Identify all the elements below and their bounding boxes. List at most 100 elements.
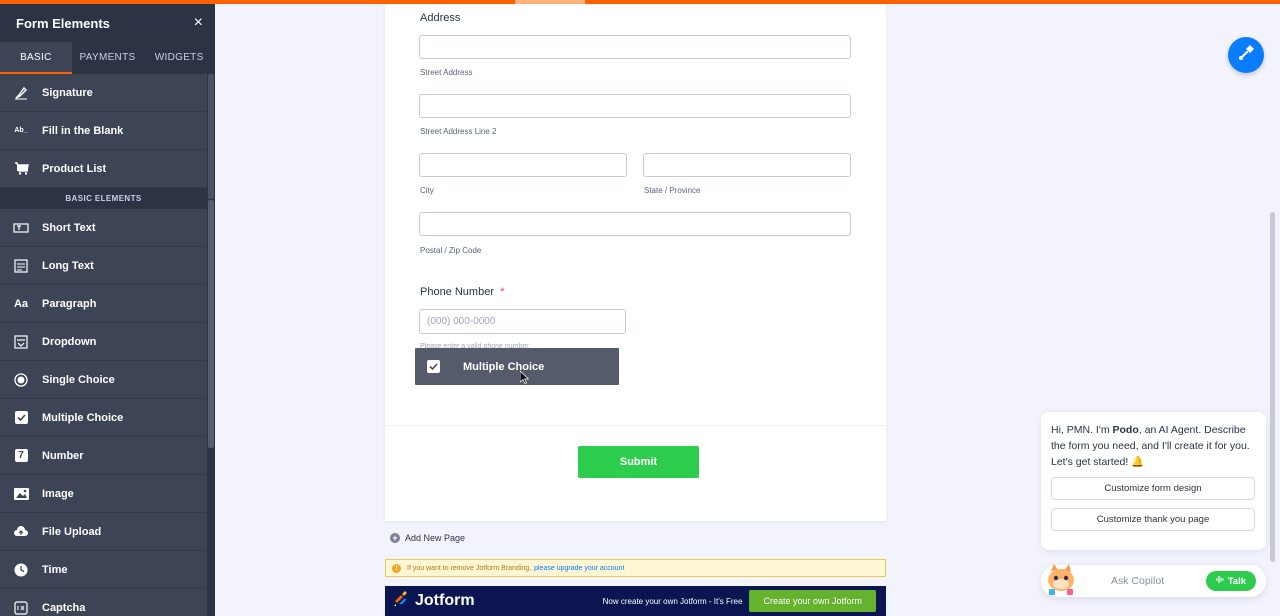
- street-address-input[interactable]: [419, 35, 851, 59]
- signature-icon: [0, 86, 42, 100]
- sidebar-item-label: Dropdown: [42, 335, 97, 348]
- tab-payments[interactable]: PAYMENTS: [72, 42, 144, 73]
- tab-basic[interactable]: BASIC: [0, 42, 72, 74]
- short-text-icon: [0, 222, 42, 234]
- image-icon: [0, 487, 42, 500]
- street-address-line2-sublabel: Street Address Line 2: [420, 127, 497, 136]
- cart-icon: [0, 162, 42, 175]
- checkbox-icon: [0, 411, 42, 424]
- talk-button[interactable]: Talk: [1205, 571, 1256, 591]
- sidebar-item-label: Captcha: [42, 601, 86, 614]
- checkbox-icon: [415, 360, 451, 373]
- jotform-footer-banner: Jotform Now create your own Jotform - It…: [385, 586, 886, 616]
- drag-ghost-label: Multiple Choice: [463, 360, 545, 373]
- sidebar-item-label: Number: [42, 449, 84, 462]
- paint-roller-icon: [1237, 44, 1255, 67]
- sidebar-item-file-upload[interactable]: File Upload: [0, 513, 207, 551]
- close-icon[interactable]: ×: [194, 15, 203, 31]
- ai-agent-message: Hi, PMN. I'm Podo, an AI Agent. Describe…: [1051, 424, 1250, 468]
- sidebar-item-label: Single Choice: [42, 373, 115, 386]
- sidebar-item-single-choice[interactable]: Single Choice: [0, 361, 207, 399]
- required-mark: *: [500, 286, 505, 298]
- submit-button[interactable]: Submit: [578, 446, 699, 478]
- add-new-page-label: Add New Page: [405, 533, 466, 543]
- page-scrollbar-thumb[interactable]: [1270, 212, 1275, 562]
- sidebar-item-label: Time: [42, 563, 68, 576]
- radio-icon: [0, 372, 42, 387]
- dragging-multiple-choice-element[interactable]: Multiple Choice: [415, 348, 619, 385]
- panel-scrollbar-thumb[interactable]: [208, 200, 214, 448]
- city-input[interactable]: [419, 153, 627, 177]
- street-address-line2-input[interactable]: [419, 94, 851, 118]
- basic-elements-section-header: BASIC ELEMENTS: [0, 188, 207, 209]
- captcha-icon: [0, 600, 42, 615]
- postal-zip-input[interactable]: [419, 212, 851, 236]
- upload-icon: [0, 525, 42, 538]
- sidebar-item-multiple-choice[interactable]: Multiple Choice: [0, 399, 207, 437]
- sidebar-item-label: Short Text: [42, 221, 96, 234]
- sidebar-item-signature[interactable]: Signature: [0, 74, 207, 112]
- phone-placeholder: (000) 000-0000: [427, 316, 496, 327]
- state-province-sublabel: State / Province: [644, 186, 701, 195]
- branding-notice: ! If you want to remove Jotform Branding…: [385, 559, 886, 577]
- phone-number-input[interactable]: (000) 000-0000: [419, 309, 626, 334]
- sidebar-item-short-text[interactable]: Short Text: [0, 209, 207, 247]
- state-province-input[interactable]: [643, 153, 851, 177]
- dropdown-icon: [0, 334, 42, 349]
- sidebar-item-label: Product List: [42, 162, 107, 175]
- panel-title: Form Elements: [16, 15, 110, 31]
- form-elements-panel: Form Elements × BASIC PAYMENTS WIDGETS S…: [0, 4, 215, 616]
- footer-cta-text: Now create your own Jotform - It's Free: [602, 596, 743, 606]
- address-label: Address: [420, 12, 461, 24]
- upgrade-account-link[interactable]: please upgrade your account: [534, 565, 624, 572]
- jotform-logo-text: Jotform: [415, 592, 475, 609]
- create-jotform-button[interactable]: Create your own Jotform: [749, 590, 876, 612]
- paragraph-icon: Aa: [13, 297, 29, 310]
- sidebar-item-image[interactable]: Image: [0, 475, 207, 513]
- sidebar-item-paragraph[interactable]: Aa Paragraph: [0, 285, 207, 323]
- sidebar-item-number[interactable]: 7 Number: [0, 437, 207, 475]
- city-sublabel: City: [420, 186, 434, 195]
- plus-icon: +: [390, 533, 400, 543]
- warning-icon: !: [392, 563, 401, 573]
- sidebar-item-product-list[interactable]: Product List: [0, 150, 207, 188]
- jotform-logo-icon: [393, 590, 409, 612]
- sidebar-item-time[interactable]: Time: [0, 551, 207, 589]
- street-address-sublabel: Street Address: [420, 68, 473, 77]
- sidebar-item-dropdown[interactable]: Dropdown: [0, 323, 207, 361]
- sidebar-item-label: Fill in the Blank: [42, 124, 124, 137]
- sidebar-item-fill-in-the-blank[interactable]: Ab_ Fill in the Blank: [0, 112, 207, 150]
- sidebar-item-label: Long Text: [42, 259, 94, 272]
- panel-scrollbar[interactable]: [207, 74, 215, 616]
- customize-thank-you-page-button[interactable]: Customize thank you page: [1051, 508, 1255, 531]
- sidebar-item-label: File Upload: [42, 525, 102, 538]
- branding-notice-text: If you want to remove Jotform Branding,: [407, 564, 532, 572]
- add-new-page-button[interactable]: + Add New Page: [390, 533, 465, 543]
- form-divider: [385, 425, 886, 426]
- panel-header: Form Elements ×: [0, 4, 215, 42]
- podo-avatar: [1043, 561, 1079, 597]
- jotform-logo[interactable]: Jotform: [393, 590, 475, 612]
- customize-form-design-button[interactable]: Customize form design: [1051, 477, 1255, 500]
- sidebar-item-captcha[interactable]: Captcha: [0, 589, 207, 616]
- talk-label: Talk: [1227, 575, 1246, 587]
- voice-wave-icon: [1216, 575, 1225, 587]
- sidebar-item-label: Multiple Choice: [42, 411, 124, 424]
- long-text-icon: [0, 258, 42, 273]
- sidebar-item-long-text[interactable]: Long Text: [0, 247, 207, 285]
- ask-copilot-bar[interactable]: Ask Copilot Talk: [1041, 564, 1266, 597]
- ai-agent-chat-bubble: Hi, PMN. I'm Podo, an AI Agent. Describe…: [1041, 412, 1266, 550]
- sidebar-item-label: Paragraph: [42, 297, 97, 310]
- form-designer-button[interactable]: [1228, 37, 1264, 73]
- form-card: Address Street Address Street Address Li…: [385, 4, 886, 521]
- panel-tabs: BASIC PAYMENTS WIDGETS: [0, 42, 215, 74]
- sidebar-item-label: Signature: [42, 86, 93, 99]
- mouse-cursor-icon: [519, 370, 530, 389]
- tab-widgets[interactable]: WIDGETS: [143, 42, 215, 73]
- clock-icon: [0, 563, 42, 577]
- agent-name: Podo: [1112, 424, 1139, 436]
- fill-blank-icon: Ab_: [14, 127, 28, 134]
- element-list: Signature Ab_ Fill in the Blank Product …: [0, 74, 207, 616]
- phone-number-label: Phone Number *: [420, 286, 505, 298]
- ask-copilot-label: Ask Copilot: [1111, 575, 1165, 587]
